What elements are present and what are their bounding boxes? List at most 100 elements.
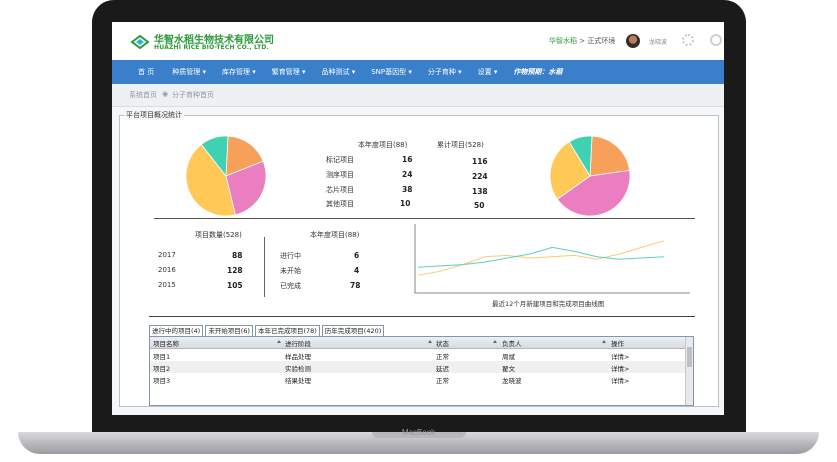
environment-crumb: 华智水稻 > 正式环境 — [549, 36, 615, 46]
tab-completed-this-year[interactable]: 本年已完成项目(78) — [254, 325, 320, 336]
nav-variety-test[interactable]: 品种测试 ▾ — [313, 67, 363, 77]
year-status-header: 本年度项目(88) — [310, 231, 360, 239]
cell-stage: 实验检测 — [285, 365, 311, 373]
monthly-trend-chart — [414, 224, 690, 294]
nav-settings[interactable]: 设置 ▾ — [470, 67, 506, 77]
total-stats-header: 累计项目(528) — [437, 141, 484, 149]
year-stats-header: 本年度项目(88) — [358, 141, 408, 149]
nav-germplasm[interactable]: 种质管理 ▾ — [164, 67, 214, 77]
project-table: 项目名称 进行阶段 状态 负责人 操作 项目1 样品处理 正常 周斌 详情> 项… — [149, 336, 694, 406]
total-stats-value: 138 — [472, 187, 488, 196]
status-label: 未开始 — [280, 267, 301, 275]
nav-inventory[interactable]: 库存管理 ▾ — [214, 67, 264, 77]
project-year-value: 128 — [227, 266, 243, 275]
table-row[interactable]: 项目2 实验检测 延迟 翟文 详情> — [150, 361, 685, 373]
nav-home[interactable]: 首 页 — [112, 67, 164, 77]
project-tabs: 进行中的项目(4) 未开始项目(6) 本年已完成项目(78) 历年完成项目(42… — [149, 325, 386, 336]
column-header-stage[interactable]: 进行阶段 — [285, 338, 311, 348]
laptop-brand: MacBook — [401, 428, 436, 437]
sort-icon[interactable] — [428, 340, 432, 343]
breadcrumb-current: 分子育种首页 — [172, 91, 214, 99]
gear-icon[interactable] — [682, 34, 694, 46]
year-projects-pie — [185, 135, 267, 217]
details-link[interactable]: 详情> — [611, 375, 629, 385]
project-year-label: 2016 — [158, 266, 176, 274]
table-scrollbar[interactable] — [685, 337, 693, 405]
total-projects-pie — [549, 135, 631, 217]
scrollbar-thumb[interactable] — [687, 347, 692, 367]
company-name-en: HUAZHI RICE BIO-TECH CO., LTD. — [154, 44, 270, 51]
breadcrumb-home[interactable]: 系统首页 — [129, 90, 157, 100]
project-year-value: 105 — [227, 281, 243, 290]
avatar[interactable] — [626, 34, 640, 48]
nav-molecular-breeding[interactable]: 分子育种 ▾ — [420, 67, 470, 77]
details-link[interactable]: 详情> — [611, 351, 629, 361]
sort-icon[interactable] — [602, 340, 606, 343]
year-stats-value: 24 — [402, 170, 413, 179]
cell-status: 正常 — [436, 353, 449, 361]
tab-not-started[interactable]: 未开始项目(6) — [205, 325, 253, 336]
org-link[interactable]: 华智水稻 — [549, 37, 577, 45]
cell-name: 项目3 — [153, 377, 171, 385]
column-header-name[interactable]: 项目名称 — [153, 338, 179, 348]
total-stats-value: 224 — [472, 172, 488, 181]
pie-slice — [589, 135, 631, 177]
nav-snp-genotype[interactable]: SNP基因型 ▾ — [363, 67, 420, 77]
year-stats-label: 测序项目 — [326, 171, 354, 179]
sort-asc-icon[interactable] — [277, 340, 281, 343]
year-stats-value: 16 — [402, 155, 413, 164]
year-stats-label: 芯片项目 — [326, 186, 354, 194]
series-line — [417, 240, 665, 276]
year-stats-label: 其他项目 — [326, 200, 354, 208]
section-divider — [264, 237, 265, 297]
tab-completed-all-years[interactable]: 历年完成项目(420) — [321, 325, 385, 336]
cell-owner: 翟文 — [502, 365, 515, 373]
crop-indicator: 作物预期：水稻 — [513, 68, 563, 76]
status-value: 6 — [354, 251, 360, 260]
sort-icon[interactable] — [493, 340, 497, 343]
project-year-label: 2017 — [158, 251, 176, 259]
status-value: 78 — [350, 281, 361, 290]
cell-name: 项目1 — [153, 353, 171, 361]
status-label: 已完成 — [280, 282, 301, 290]
app-screen: 华智水稻生物技术有限公司 HUAZHI RICE BIO-TECH CO., L… — [112, 22, 724, 415]
column-header-status[interactable]: 状态 — [436, 338, 449, 348]
table-header: 项目名称 进行阶段 状态 负责人 操作 — [150, 337, 693, 349]
year-stats-value: 10 — [400, 199, 411, 208]
year-stats-label: 标记项目 — [326, 156, 354, 164]
top-header: 华智水稻生物技术有限公司 HUAZHI RICE BIO-TECH CO., L… — [112, 22, 724, 60]
details-link[interactable]: 详情> — [611, 363, 629, 373]
user-name[interactable]: 龙晓波 — [649, 37, 667, 46]
total-stats-value: 116 — [472, 157, 488, 166]
cell-stage: 样品处理 — [285, 353, 311, 361]
project-count-header: 项目数量(528) — [195, 231, 242, 239]
nav-breeding[interactable]: 繁育管理 ▾ — [264, 67, 314, 77]
project-year-label: 2015 — [158, 281, 176, 289]
total-stats-value: 50 — [474, 201, 485, 210]
chart-title: 最近12个月新建项目和完成项目曲线图 — [492, 300, 605, 308]
cell-owner: 龙晓波 — [502, 377, 522, 385]
power-icon[interactable] — [710, 34, 722, 46]
cell-owner: 周斌 — [502, 353, 515, 361]
year-stats-value: 38 — [402, 185, 413, 194]
chart-axis — [414, 224, 690, 294]
table-row[interactable]: 项目1 样品处理 正常 周斌 详情> — [150, 349, 685, 361]
cell-name: 项目2 — [153, 365, 171, 373]
cell-status: 正常 — [436, 377, 449, 385]
column-header-owner[interactable]: 负责人 — [502, 338, 522, 348]
tab-in-progress[interactable]: 进行中的项目(4) — [149, 325, 204, 336]
divider — [149, 316, 695, 317]
crumb-separator: > — [579, 37, 586, 45]
breadcrumb: 系统首页 ◉ 分子育种首页 — [112, 84, 724, 107]
table-row[interactable]: 项目3 结果处理 正常 龙晓波 详情> — [150, 373, 685, 385]
company-logo-icon — [130, 34, 150, 50]
status-value: 4 — [354, 266, 360, 275]
main-nav: 首 页 种质管理 ▾ 库存管理 ▾ 繁育管理 ▾ 品种测试 ▾ SNP基因型 ▾… — [112, 60, 724, 84]
project-year-value: 88 — [232, 251, 243, 260]
divider — [154, 218, 695, 219]
cell-stage: 结果处理 — [285, 377, 311, 385]
stats-panel-title: 平台项目概况统计 — [124, 110, 184, 120]
column-header-action[interactable]: 操作 — [611, 338, 624, 348]
environment-label: 正式环境 — [587, 37, 616, 45]
breadcrumb-separator: ◉ — [162, 90, 169, 98]
